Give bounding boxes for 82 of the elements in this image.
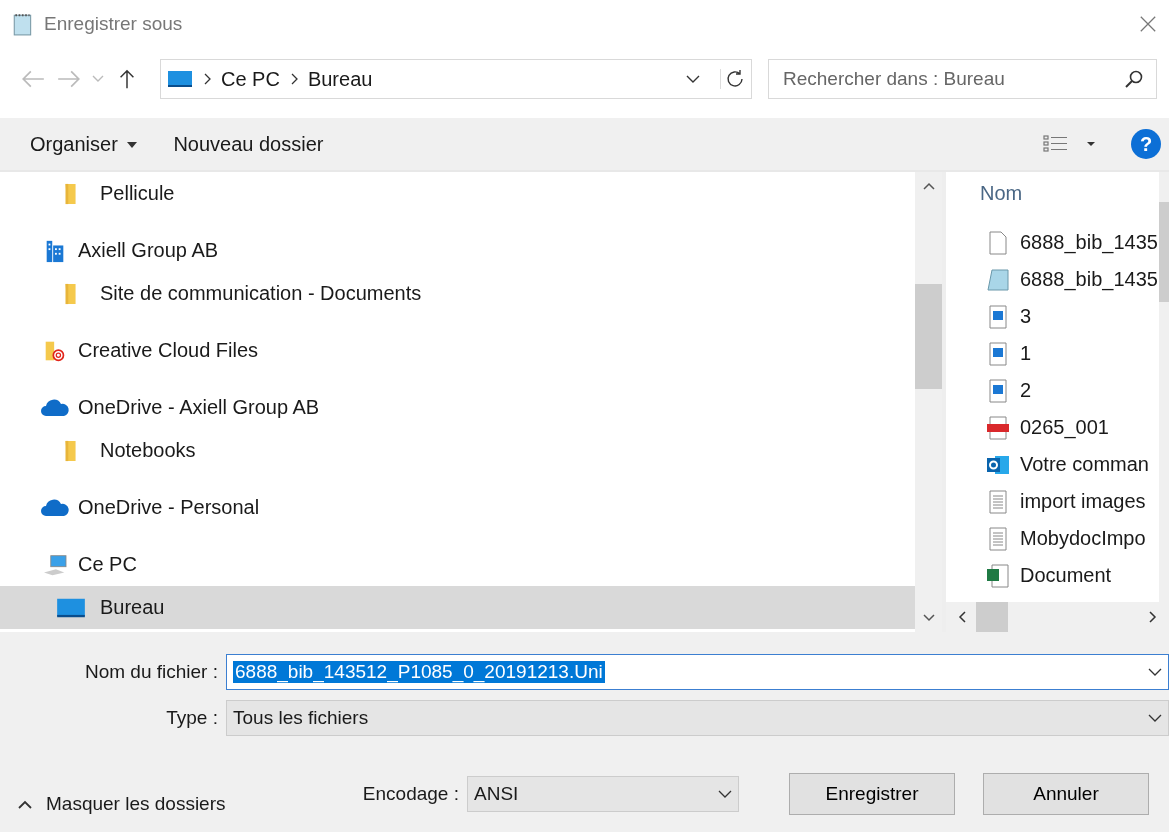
encoding-label: Encodage : bbox=[362, 783, 459, 805]
type-dropdown[interactable]: Tous les fichiers bbox=[226, 700, 1169, 736]
nav-item[interactable]: OneDrive - Axiell Group AB bbox=[0, 386, 915, 429]
nav-item[interactable]: Bureau bbox=[0, 586, 915, 629]
image-file-icon bbox=[986, 304, 1010, 329]
column-header[interactable]: Nom bbox=[980, 182, 1023, 205]
new-folder-button[interactable]: Nouveau dossier bbox=[161, 126, 336, 162]
nav-item-label: Notebooks bbox=[100, 439, 196, 462]
folder-icon bbox=[64, 439, 78, 462]
close-icon[interactable] bbox=[1139, 15, 1157, 33]
dropdown-caret-icon bbox=[1148, 713, 1162, 723]
breadcrumb-item[interactable]: Ce PC bbox=[221, 67, 280, 91]
nav-item-label: OneDrive - Axiell Group AB bbox=[78, 396, 320, 419]
scrollbar[interactable] bbox=[1159, 172, 1169, 602]
nav-item[interactable]: Axiell Group AB bbox=[0, 229, 915, 272]
window-title: Enregistrer sous bbox=[44, 13, 183, 35]
nav-item-label: Ce PC bbox=[78, 553, 137, 576]
scrollbar-thumb[interactable] bbox=[915, 284, 942, 389]
caret-icon bbox=[127, 142, 138, 149]
hide-folders-button[interactable]: Masquer les dossiers bbox=[18, 793, 226, 815]
nav-item-label: Pellicule bbox=[100, 182, 175, 205]
file-name[interactable]: import images bbox=[1020, 490, 1146, 513]
address-bar[interactable]: Ce PC Bureau bbox=[160, 59, 752, 99]
file-name[interactable]: Document bbox=[1020, 564, 1112, 587]
nav-item[interactable]: OneDrive - Personal bbox=[0, 486, 915, 529]
help-button[interactable]: ? bbox=[1131, 129, 1161, 159]
spreadsheet-file-icon bbox=[986, 563, 1010, 588]
nav-item-label: Axiell Group AB bbox=[78, 239, 219, 262]
filename-label: Nom du fichier : bbox=[83, 661, 219, 683]
folder-icon bbox=[64, 282, 78, 305]
breadcrumb-item[interactable]: Bureau bbox=[307, 67, 373, 91]
desktop-icon bbox=[56, 596, 86, 619]
scroll-left-icon[interactable] bbox=[958, 611, 966, 623]
folder-icon bbox=[64, 182, 78, 205]
file-icon bbox=[986, 230, 1010, 255]
organize-button[interactable]: Organiser bbox=[18, 126, 150, 162]
file-name[interactable]: MobydocImpo bbox=[1020, 527, 1146, 550]
file-name[interactable]: 3 bbox=[1020, 305, 1032, 328]
file-name[interactable]: 6888_bib_1435 bbox=[1020, 231, 1158, 254]
scrollbar-thumb[interactable] bbox=[1159, 202, 1169, 302]
image-file-icon bbox=[986, 341, 1010, 366]
encoding-dropdown[interactable]: ANSI bbox=[467, 776, 739, 812]
search-field[interactable]: Rechercher dans : Bureau bbox=[781, 67, 1124, 91]
file-name[interactable]: 1 bbox=[1020, 342, 1032, 365]
save-button[interactable]: Enregistrer bbox=[789, 773, 955, 815]
nav-item-label: OneDrive - Personal bbox=[78, 496, 260, 519]
nav-item[interactable]: Site de communication - Documents bbox=[0, 272, 915, 315]
file-name[interactable]: 2 bbox=[1020, 379, 1032, 402]
desktop-icon bbox=[167, 70, 193, 88]
search-box[interactable]: Rechercher dans : Bureau bbox=[768, 59, 1157, 99]
nav-item[interactable]: Notebooks bbox=[0, 429, 915, 472]
type-label: Type : bbox=[165, 707, 219, 729]
caret-icon bbox=[18, 799, 32, 809]
nav-item[interactable]: Creative Cloud Files bbox=[0, 329, 915, 372]
notepad-icon bbox=[986, 267, 1010, 292]
notepad-icon bbox=[12, 12, 34, 36]
dropdown-caret-icon[interactable] bbox=[686, 74, 700, 84]
dropdown-caret-icon bbox=[718, 789, 732, 799]
nav-item-label: Bureau bbox=[100, 596, 165, 619]
cancel-button[interactable]: Annuler bbox=[983, 773, 1149, 815]
nav-item[interactable]: Ce PC bbox=[0, 543, 915, 586]
scroll-up-icon[interactable] bbox=[922, 182, 935, 190]
scroll-down-icon[interactable] bbox=[922, 614, 935, 622]
text-file-icon bbox=[986, 526, 1010, 551]
search-icon bbox=[1124, 69, 1144, 89]
file-name[interactable]: 6888_bib_1435 bbox=[1020, 268, 1158, 291]
file-name[interactable]: 0265_001 bbox=[1020, 416, 1109, 439]
text-file-icon bbox=[986, 489, 1010, 514]
filename-field[interactable]: 6888_bib_143512_P1085_0_20191213.Uni bbox=[226, 654, 1169, 690]
dropdown-caret-icon bbox=[1148, 667, 1162, 677]
refresh-icon[interactable] bbox=[720, 69, 745, 89]
chevron-icon bbox=[203, 73, 211, 85]
nav-item-label: Creative Cloud Files bbox=[78, 339, 259, 362]
nav-item[interactable]: Pellicule bbox=[0, 172, 915, 215]
pdf-file-icon bbox=[986, 415, 1010, 440]
nav-item-label: Site de communication - Documents bbox=[100, 282, 422, 305]
scroll-right-icon[interactable] bbox=[1149, 611, 1157, 623]
file-name[interactable]: Votre comman bbox=[1020, 453, 1149, 476]
image-file-icon bbox=[986, 378, 1010, 403]
chevron-icon bbox=[289, 73, 298, 85]
scrollbar-thumb[interactable] bbox=[976, 602, 1008, 632]
building-icon bbox=[44, 238, 66, 263]
